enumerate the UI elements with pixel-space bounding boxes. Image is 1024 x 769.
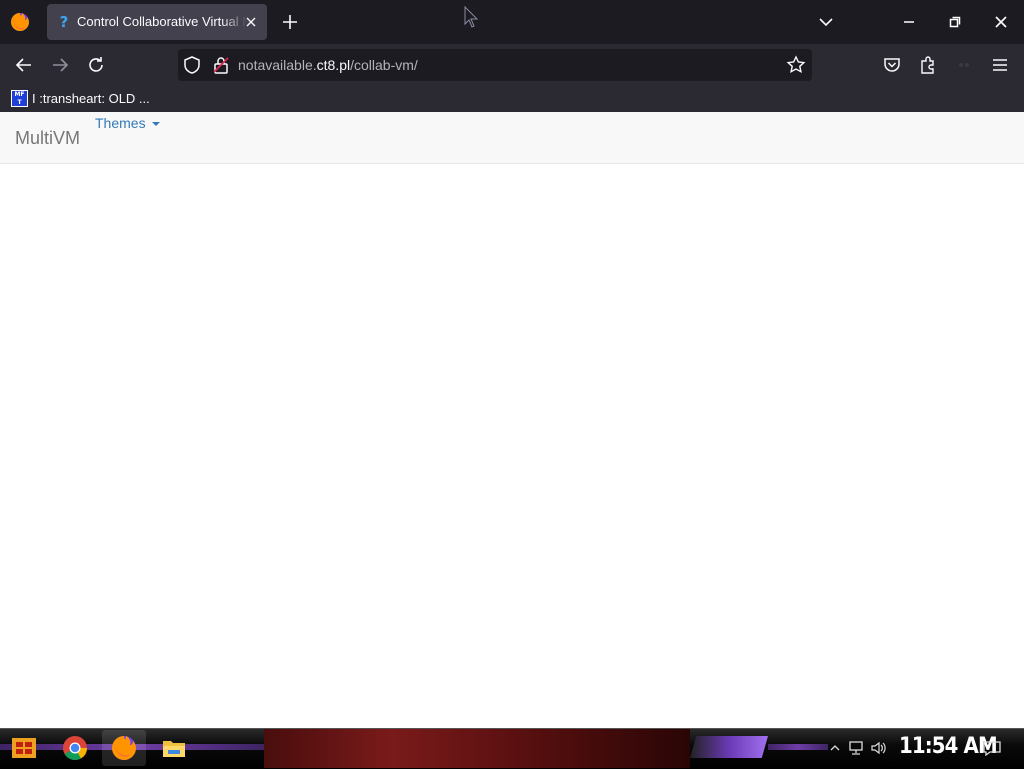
taskbar-decoration-bar <box>690 736 768 758</box>
url-text[interactable]: notavailable.ct8.pl/collab-vm/ <box>238 57 418 73</box>
url-prefix: notavailable. <box>238 57 317 73</box>
bookmark-favicon: MF T <box>11 90 28 107</box>
url-domain: ct8.pl <box>316 57 351 73</box>
volume-icon[interactable] <box>870 740 888 756</box>
notifications-icon[interactable] <box>982 740 1002 756</box>
firefox-icon <box>112 736 136 760</box>
show-hidden-icons-icon[interactable] <box>826 740 844 756</box>
tab-title: Control Collaborative Virtual Machines <box>77 14 247 29</box>
url-path: /collab-vm/ <box>350 57 418 73</box>
bookmark-star-icon[interactable] <box>786 55 806 75</box>
insecure-lock-icon[interactable] <box>211 55 231 75</box>
extensions-icon[interactable] <box>918 55 938 75</box>
active-tab[interactable]: ? Control Collaborative Virtual Machines <box>47 4 267 40</box>
firefox-taskbar-button[interactable] <box>102 730 146 766</box>
tracking-protection-shield-icon[interactable] <box>182 55 202 75</box>
restore-icon <box>949 16 961 28</box>
pocket-icon[interactable] <box>882 55 902 75</box>
file-explorer-icon[interactable] <box>160 734 188 762</box>
firefox-menu-icon[interactable] <box>10 12 30 32</box>
themes-dropdown[interactable]: Themes <box>95 115 160 131</box>
hamburger-menu-icon[interactable] <box>990 55 1010 75</box>
themes-label: Themes <box>95 115 146 131</box>
chrome-icon[interactable] <box>61 734 89 762</box>
bookmarks-toolbar <box>0 86 1024 112</box>
bookmark-item[interactable]: I :transheart: OLD ... <box>32 91 150 106</box>
forward-icon[interactable] <box>50 55 70 75</box>
close-tab-icon[interactable] <box>243 14 259 30</box>
account-icon[interactable] <box>954 55 974 75</box>
minimize-icon <box>904 21 914 23</box>
browser-tab-strip: ? Control Collaborative Virtual Machines <box>0 0 1024 44</box>
new-tab-icon[interactable] <box>280 12 300 32</box>
restore-button[interactable] <box>932 0 978 44</box>
mouse-cursor-icon <box>464 6 479 28</box>
network-icon[interactable] <box>847 740 865 756</box>
close-icon <box>995 16 1007 28</box>
close-window-button[interactable] <box>978 0 1024 44</box>
back-icon[interactable] <box>14 55 34 75</box>
caret-down-icon <box>151 122 160 127</box>
minimize-button[interactable] <box>886 0 932 44</box>
question-mark-icon: ? <box>59 13 69 31</box>
reload-icon[interactable] <box>86 55 106 75</box>
taskbar-decoration-right <box>768 744 828 750</box>
taskbar-background-image <box>264 729 690 768</box>
list-all-tabs-icon[interactable] <box>816 12 836 32</box>
site-brand[interactable]: MultiVM <box>15 128 80 149</box>
start-icon[interactable] <box>10 734 38 762</box>
